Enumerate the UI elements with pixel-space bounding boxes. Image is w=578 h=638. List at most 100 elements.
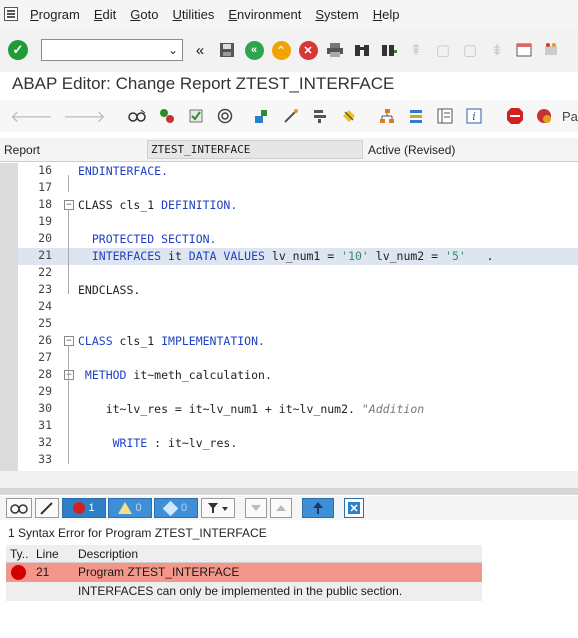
edit-pencil-icon[interactable] <box>35 498 59 518</box>
debugging-icon[interactable] <box>535 106 554 126</box>
line-number: 17 <box>38 180 52 194</box>
code-line[interactable]: 16 ENDINTERFACE. <box>18 163 578 180</box>
code-line[interactable]: 23 ENDCLASS. <box>18 282 578 299</box>
object-list-icon[interactable] <box>406 106 425 126</box>
display-object-list-icon[interactable] <box>435 106 454 126</box>
code-line[interactable]: 26 − CLASS cls_1 IMPLEMENTATION. <box>18 333 578 350</box>
message-row[interactable]: INTERFACES can only be implemented in th… <box>6 582 482 601</box>
display-change-icon[interactable] <box>128 106 147 126</box>
fold-toggle-icon[interactable]: − <box>64 370 74 380</box>
code-line[interactable]: 18 − CLASS cls_1 DEFINITION. <box>18 197 578 214</box>
where-used-icon[interactable] <box>311 106 330 126</box>
line-number: 18 <box>38 197 52 211</box>
application-toolbar: 🡐 🡒 i Pa <box>0 100 578 132</box>
activate-icon[interactable] <box>215 106 234 126</box>
code-line[interactable]: 22 <box>18 265 578 282</box>
column-header-type[interactable]: Ty.. <box>10 547 28 561</box>
horizontal-scrollbar[interactable] <box>0 488 578 494</box>
message-row[interactable]: 21 Program ZTEST_INTERFACE <box>6 563 482 582</box>
menu-goto[interactable]: Goto <box>130 7 158 22</box>
enter-check-icon[interactable]: ✓ <box>8 40 28 60</box>
code-line[interactable]: 19 <box>18 214 578 231</box>
info-icon[interactable]: i <box>465 106 484 126</box>
code-line[interactable]: 31 <box>18 418 578 435</box>
save-icon[interactable] <box>217 40 237 60</box>
new-session-icon[interactable] <box>514 40 534 60</box>
menu-help[interactable]: Help <box>373 7 400 22</box>
code-editor[interactable]: 16 ENDINTERFACE. 17 18− CLASS cls_1 DEFINITI… <box>0 163 578 471</box>
message-description: INTERFACES can only be implemented in th… <box>78 584 403 598</box>
code-line[interactable]: 30 it~lv_res = it~lv_num1 + it~lv_num2. … <box>18 401 578 418</box>
code-line[interactable]: 28 − METHOD it~meth_calculation. <box>18 367 578 384</box>
customize-layout-icon[interactable] <box>541 40 561 60</box>
code-line[interactable]: 21 INTERFACES it DATA VALUES lv_num1 = '… <box>18 248 578 265</box>
warnings-filter-button[interactable]: 0 <box>108 498 152 518</box>
code-text: ENDCLASS. <box>78 283 141 297</box>
menu-edit[interactable]: Edit <box>94 7 116 22</box>
code-line[interactable]: 32 WRITE : it~lv_res. <box>18 435 578 452</box>
sap-menu-icon[interactable] <box>4 7 18 21</box>
line-number: 19 <box>38 214 52 228</box>
previous-page-icon[interactable]: ▢ <box>433 40 453 60</box>
double-chevron-left-icon[interactable]: « <box>190 40 210 60</box>
sort-up-icon[interactable] <box>302 498 334 518</box>
test-icon[interactable] <box>252 106 271 126</box>
first-page-icon[interactable]: ⇞ <box>406 40 426 60</box>
line-number: 28 <box>38 367 52 381</box>
arrow-right-icon[interactable]: 🡒 <box>63 106 106 127</box>
exit-icon[interactable]: ⌃ <box>271 40 291 60</box>
command-field[interactable]: ⌄ <box>41 39 183 61</box>
column-header-line[interactable]: Line <box>36 547 59 561</box>
hierarchy-icon[interactable] <box>377 106 396 126</box>
code-line[interactable]: 29 <box>18 384 578 401</box>
pretty-printer-icon[interactable] <box>282 106 301 126</box>
print-icon[interactable] <box>325 40 345 60</box>
code-line[interactable]: 27 <box>18 350 578 367</box>
report-label: Report <box>4 143 41 157</box>
errors-filter-button[interactable]: 1 <box>62 498 106 518</box>
detail-glasses-icon[interactable] <box>6 498 32 518</box>
menu-program[interactable]: Program <box>30 7 80 22</box>
active-inactive-icon[interactable] <box>157 106 176 126</box>
line-number: 31 <box>38 418 52 432</box>
menu-bar: Program Edit Goto Utilities Environment … <box>0 0 578 28</box>
collapse-all-icon[interactable] <box>245 498 267 518</box>
back-icon[interactable]: « <box>244 40 264 60</box>
stop-icon[interactable] <box>506 106 525 126</box>
find-next-icon[interactable] <box>379 40 399 60</box>
code-text: ENDINTERFACE. <box>78 164 169 178</box>
expand-all-icon[interactable] <box>270 498 292 518</box>
messages-table: Ty.. Line Description 21 Program ZTEST_I… <box>6 545 482 601</box>
code-line[interactable]: 25 <box>18 316 578 333</box>
info-diamond-icon <box>162 500 179 516</box>
close-messages-icon[interactable] <box>344 498 364 518</box>
find-icon[interactable] <box>352 40 372 60</box>
messages-table-header: Ty.. Line Description <box>6 545 482 563</box>
fold-guide <box>68 209 69 294</box>
code-line[interactable]: 33 <box>18 452 578 469</box>
warning-count: 0 <box>135 502 142 514</box>
code-line[interactable]: 17 <box>18 180 578 197</box>
chevron-down-icon[interactable]: ⌄ <box>168 43 178 57</box>
pattern-button[interactable]: Pa <box>562 109 578 124</box>
code-line[interactable]: 24 <box>18 299 578 316</box>
cancel-icon[interactable]: ✕ <box>298 40 318 60</box>
breakpoint-icon[interactable] <box>340 106 359 126</box>
check-syntax-icon[interactable] <box>186 106 205 126</box>
code-line[interactable]: 20 PROTECTED SECTION. <box>18 231 578 248</box>
svg-text:i: i <box>472 110 476 123</box>
menu-utilities[interactable]: Utilities <box>172 7 214 22</box>
arrow-left-icon[interactable]: 🡐 <box>10 106 53 127</box>
message-toolbar: 1 0 0 <box>0 496 578 520</box>
menu-system[interactable]: System <box>315 7 358 22</box>
filter-icon[interactable] <box>201 498 235 518</box>
last-page-icon[interactable]: ⇟ <box>487 40 507 60</box>
code-text: CLASS cls_1 DEFINITION. <box>78 198 238 212</box>
line-number: 24 <box>38 299 52 313</box>
menu-environment[interactable]: Environment <box>228 7 301 22</box>
fold-toggle-icon[interactable]: − <box>64 336 74 346</box>
fold-toggle-icon[interactable]: − <box>64 200 74 210</box>
info-filter-button[interactable]: 0 <box>154 498 198 518</box>
column-header-description[interactable]: Description <box>78 547 138 561</box>
next-page-icon[interactable]: ▢ <box>460 40 480 60</box>
